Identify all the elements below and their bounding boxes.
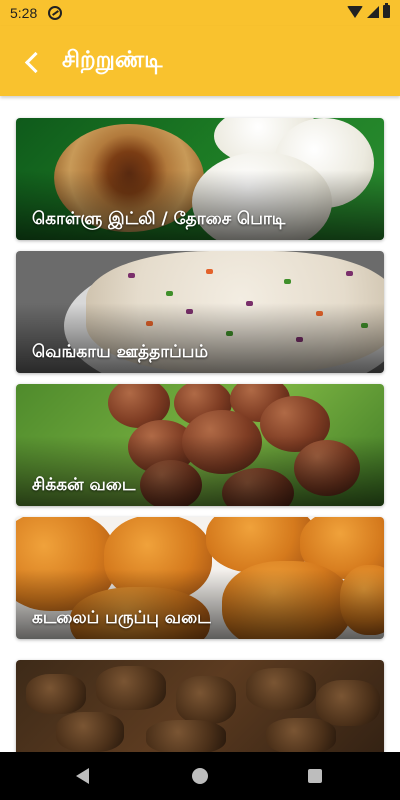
recipe-card-5[interactable] [16, 660, 384, 752]
recipe-title: சிக்கன் வடை [32, 475, 136, 495]
wifi-icon [347, 5, 363, 18]
page-title: சிற்றுண்டி [62, 47, 163, 73]
recipe-card-onion-uthappam[interactable]: வெங்காய ஊத்தாப்பம் [16, 251, 384, 373]
recipe-title: கடலைப் பருப்பு வடை [32, 608, 211, 628]
nav-recents-icon[interactable] [308, 769, 322, 783]
app-bar: சிற்றுண்டி [0, 26, 400, 96]
sync-icon [48, 6, 62, 20]
back-arrow-icon[interactable] [16, 46, 48, 78]
recipe-image [16, 660, 384, 752]
status-icons [347, 3, 390, 18]
nav-home-icon[interactable] [192, 768, 208, 784]
recipe-card-kollu-podi[interactable]: கொள்ளு இட்லி / தோசை பொடி [16, 118, 384, 240]
status-time: 5:28 [10, 5, 38, 21]
signal-icon [367, 5, 379, 18]
recipe-title: வெங்காய ஊத்தாப்பம் [32, 342, 209, 362]
recipe-title: கொள்ளு இட்லி / தோசை பொடி [32, 209, 286, 229]
nav-back-icon[interactable] [76, 768, 89, 784]
recipe-card-chicken-vadai[interactable]: சிக்கன் வடை [16, 384, 384, 506]
status-bar: 5:28 [0, 0, 400, 26]
battery-icon [383, 3, 390, 18]
recipe-list[interactable]: கொள்ளு இட்லி / தோசை பொடி வெங்காய ஊத்தாப்… [0, 96, 400, 752]
recipe-card-kadalai-paruppu-vadai[interactable]: கடலைப் பருப்பு வடை [16, 517, 384, 639]
system-nav-bar [0, 752, 400, 800]
screen: 5:28 சிற்றுண்டி கொள்ளு இட்லி / தோசை பொடி [0, 0, 400, 800]
